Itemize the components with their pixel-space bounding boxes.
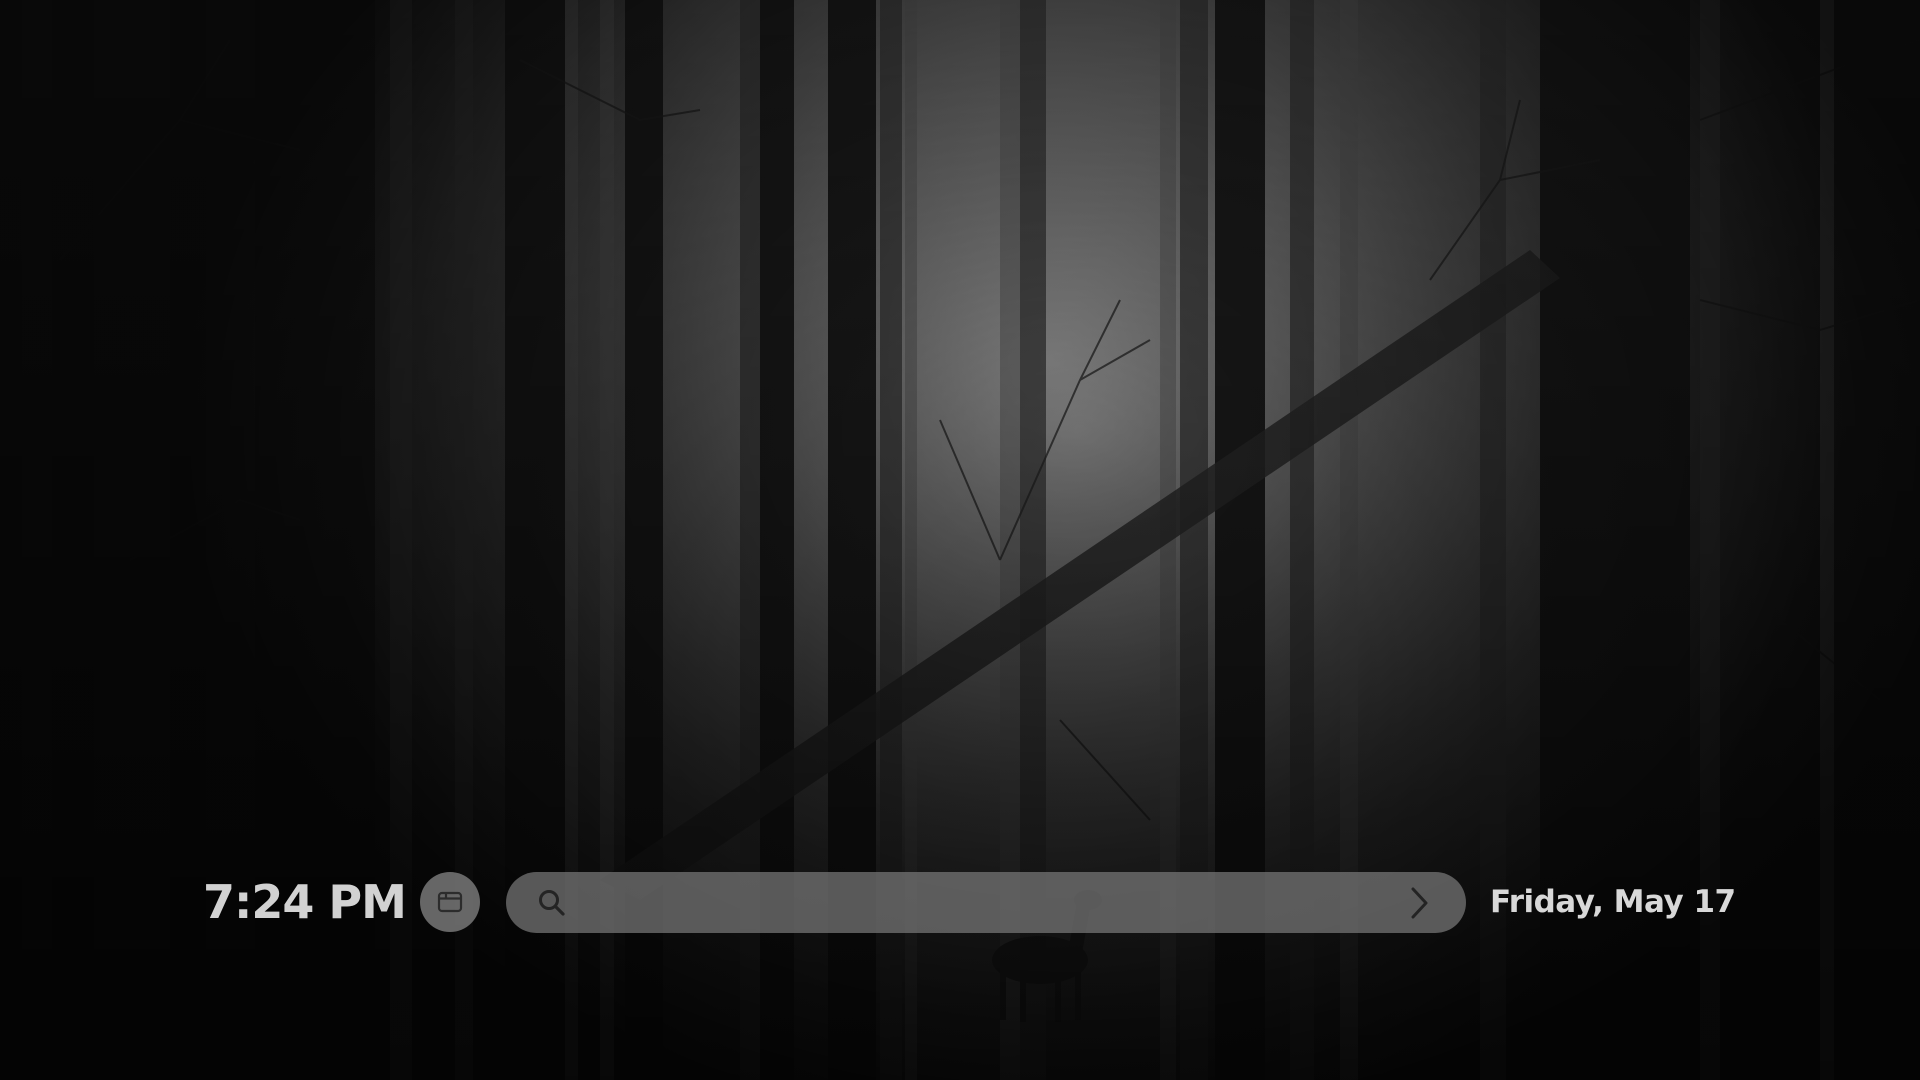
clock-time: 7:24 PM [203, 875, 407, 929]
chevron-right-icon [1411, 887, 1428, 919]
search-icon[interactable] [536, 887, 568, 919]
launcher-bar: 7:24 PM Friday, May 17 [0, 870, 1920, 935]
browser-window-icon [437, 891, 463, 913]
go-button[interactable] [1396, 880, 1442, 926]
desktop-screen: 7:24 PM Friday, May 17 [0, 0, 1920, 1080]
search-bar[interactable] [506, 872, 1466, 935]
search-input[interactable] [586, 872, 1390, 935]
window-button[interactable] [420, 872, 480, 932]
date-label: Friday, May 17 [1490, 884, 1736, 920]
